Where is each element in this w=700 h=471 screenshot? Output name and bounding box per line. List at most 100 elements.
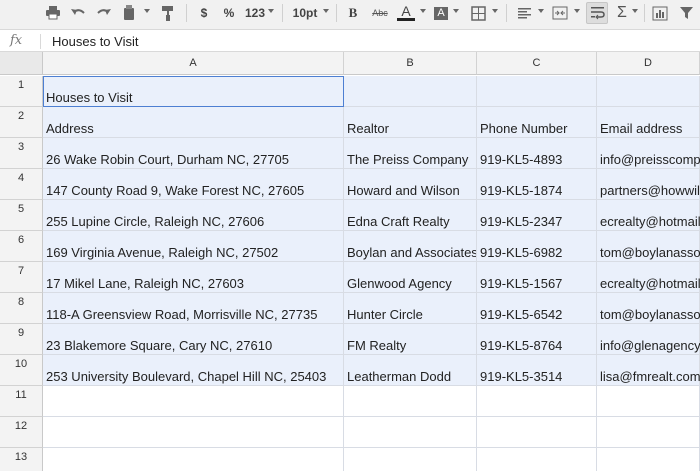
cell-a[interactable]: 118-A Greensview Road, Morrisville NC, 2…	[43, 293, 344, 324]
row-header[interactable]: 6	[0, 231, 43, 262]
row-header[interactable]: 8	[0, 293, 43, 324]
cell-b[interactable]	[344, 386, 477, 417]
cell-d[interactable]: ecrealty@hotmail	[597, 200, 700, 231]
cell-c[interactable]	[477, 448, 597, 471]
cell-c[interactable]	[477, 386, 597, 417]
column-header-b[interactable]: B	[344, 52, 477, 75]
print-icon[interactable]	[43, 2, 63, 24]
cell-d[interactable]: ecrealty@hotmail	[597, 262, 700, 293]
cell-c[interactable]: 919-KL5-1567	[477, 262, 597, 293]
cell-a[interactable]	[43, 448, 344, 471]
text-color-button[interactable]: A	[396, 2, 416, 24]
currency-button[interactable]: $	[196, 2, 212, 24]
cell-d[interactable]	[597, 417, 700, 448]
cell-c[interactable]: 919-KL5-4893	[477, 138, 597, 169]
cell-d[interactable]: info@preisscomp	[597, 138, 700, 169]
paint-format-icon[interactable]	[158, 2, 178, 24]
cell-d[interactable]	[597, 386, 700, 417]
font-size-select[interactable]: 10pt	[290, 2, 320, 24]
chevron-down-icon[interactable]	[268, 9, 274, 13]
cell-b[interactable]: FM Realty	[344, 324, 477, 355]
cell-b[interactable]: The Preiss Company	[344, 138, 477, 169]
sum-icon[interactable]: Σ	[614, 2, 630, 24]
cell-d[interactable]: Email address	[597, 107, 700, 138]
row-header[interactable]: 9	[0, 324, 43, 355]
chevron-down-icon[interactable]	[453, 9, 459, 13]
cell-c[interactable]: 919-KL5-3514	[477, 355, 597, 386]
merge-cells-icon[interactable]	[550, 2, 570, 24]
cell-a[interactable]	[43, 417, 344, 448]
cell-a[interactable]: 26 Wake Robin Court, Durham NC, 27705	[43, 138, 344, 169]
cell-a[interactable]	[43, 386, 344, 417]
chevron-down-icon[interactable]	[323, 9, 329, 13]
cell-a[interactable]: 169 Virginia Avenue, Raleigh NC, 27502	[43, 231, 344, 262]
cell-c[interactable]: 919-KL5-2347	[477, 200, 597, 231]
cell-b[interactable]: Howard and Wilson	[344, 169, 477, 200]
cell-a[interactable]: 253 University Boulevard, Chapel Hill NC…	[43, 355, 344, 386]
cell-d[interactable]: lisa@fmrealt.com	[597, 355, 700, 386]
row-header[interactable]: 10	[0, 355, 43, 386]
select-all-corner[interactable]	[0, 52, 43, 75]
cell-b[interactable]: Edna Craft Realty	[344, 200, 477, 231]
cell-d[interactable]	[597, 76, 700, 107]
undo-icon[interactable]	[68, 2, 88, 24]
cell-c[interactable]	[477, 76, 597, 107]
chevron-down-icon[interactable]	[420, 9, 426, 13]
row-header[interactable]: 3	[0, 138, 43, 169]
chart-icon[interactable]	[650, 2, 670, 24]
paint-bucket-icon[interactable]	[120, 2, 138, 24]
row-header[interactable]: 11	[0, 386, 43, 417]
column-header-d[interactable]: D	[597, 52, 700, 75]
row-header[interactable]: 7	[0, 262, 43, 293]
cell-b[interactable]: Boylan and Associates	[344, 231, 477, 262]
fill-color-button[interactable]: A	[432, 2, 450, 24]
redo-icon[interactable]	[94, 2, 114, 24]
cell-c[interactable]: 919-KL5-8764	[477, 324, 597, 355]
cell-b[interactable]	[344, 76, 477, 107]
percent-button[interactable]: %	[221, 2, 237, 24]
row-header[interactable]: 12	[0, 417, 43, 448]
cell-b[interactable]: Realtor	[344, 107, 477, 138]
borders-icon[interactable]	[468, 2, 488, 24]
align-left-icon[interactable]	[514, 2, 534, 24]
wrap-text-icon[interactable]	[586, 2, 608, 24]
cell-a[interactable]: 17 Mikel Lane, Raleigh NC, 27603	[43, 262, 344, 293]
strikethrough-button[interactable]: Abc	[370, 2, 390, 24]
cell-b[interactable]: Leatherman Dodd	[344, 355, 477, 386]
cell-b[interactable]: Glenwood Agency	[344, 262, 477, 293]
cell-a[interactable]: 255 Lupine Circle, Raleigh NC, 27606	[43, 200, 344, 231]
row-header[interactable]: 1	[0, 76, 43, 107]
cell-d[interactable]: partners@howwil	[597, 169, 700, 200]
bold-button[interactable]: B	[346, 2, 360, 24]
row-header[interactable]: 4	[0, 169, 43, 200]
cell-d[interactable]: tom@boylanasso	[597, 293, 700, 324]
cell-a[interactable]: 147 County Road 9, Wake Forest NC, 27605	[43, 169, 344, 200]
cell-b[interactable]	[344, 417, 477, 448]
filter-icon[interactable]	[676, 2, 696, 24]
row-header[interactable]: 5	[0, 200, 43, 231]
cell-b[interactable]	[344, 448, 477, 471]
cell-d[interactable]: info@glenagency	[597, 324, 700, 355]
cell-d[interactable]	[597, 448, 700, 471]
cell-c[interactable]: 919-KL5-6542	[477, 293, 597, 324]
cell-c[interactable]: 919-KL5-1874	[477, 169, 597, 200]
cell-a[interactable]: Houses to Visit	[43, 76, 344, 107]
cell-c[interactable]	[477, 417, 597, 448]
row-header[interactable]: 13	[0, 448, 43, 471]
cell-c[interactable]: Phone Number	[477, 107, 597, 138]
chevron-down-icon[interactable]	[574, 9, 580, 13]
chevron-down-icon[interactable]	[632, 9, 638, 13]
cell-c[interactable]: 919-KL5-6982	[477, 231, 597, 262]
row-header[interactable]: 2	[0, 107, 43, 138]
column-header-c[interactable]: C	[477, 52, 597, 75]
cell-b[interactable]: Hunter Circle	[344, 293, 477, 324]
number-format-button[interactable]: 123	[243, 2, 267, 24]
chevron-down-icon[interactable]	[538, 9, 544, 13]
chevron-down-icon[interactable]	[492, 9, 498, 13]
chevron-down-icon[interactable]	[144, 9, 150, 13]
column-header-a[interactable]: A	[43, 52, 344, 75]
formula-input[interactable]: Houses to Visit	[52, 34, 138, 49]
cell-a[interactable]: Address	[43, 107, 344, 138]
cell-a[interactable]: 23 Blakemore Square, Cary NC, 27610	[43, 324, 344, 355]
cell-d[interactable]: tom@boylanasso	[597, 231, 700, 262]
